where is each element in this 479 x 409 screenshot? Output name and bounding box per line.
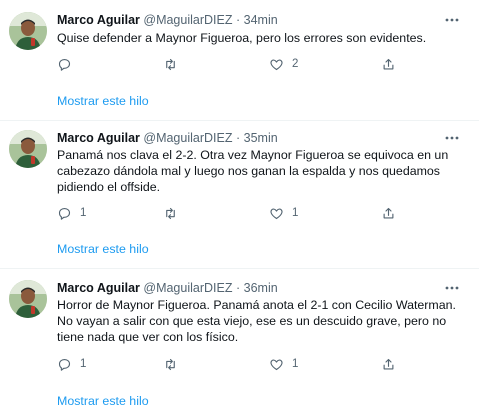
show-thread-link[interactable]: Mostrar este hilo <box>57 393 149 409</box>
retweet-button[interactable] <box>163 204 186 222</box>
author-name[interactable]: Marco Aguilar <box>57 13 140 27</box>
author-name[interactable]: Marco Aguilar <box>57 131 140 145</box>
tweet-text: Quise defender a Maynor Figueroa, pero l… <box>57 31 427 45</box>
tweet-actions: 2 <box>57 55 402 73</box>
reply-count: 1 <box>80 207 87 219</box>
more-horizontal-icon <box>445 286 459 290</box>
like-button[interactable]: 1 <box>269 204 298 222</box>
tweet-text: Horror de Maynor Figueroa. Panamá anota … <box>57 298 456 344</box>
more-options-button[interactable] <box>443 11 461 29</box>
timestamp[interactable]: 34min <box>244 13 278 27</box>
tweet-actions: 1 1 <box>57 204 402 222</box>
dot-separator: · <box>235 131 241 145</box>
avatar-image <box>9 280 47 318</box>
dot-separator: · <box>235 281 241 295</box>
avatar[interactable] <box>9 280 47 318</box>
more-horizontal-icon <box>445 136 459 140</box>
tweet-header: Marco Aguilar @MaguilarDIEZ · 36min <box>57 280 278 296</box>
retweet-icon <box>166 358 175 370</box>
tweet[interactable]: Marco Aguilar @MaguilarDIEZ · 36min Horr… <box>0 269 479 408</box>
like-count: 2 <box>292 58 299 70</box>
more-horizontal-icon <box>445 18 459 22</box>
heart-icon <box>270 359 283 370</box>
avatar[interactable] <box>9 12 47 50</box>
reply-count: 1 <box>80 358 87 370</box>
avatar-image <box>9 12 47 50</box>
share-button[interactable] <box>381 355 396 373</box>
like-count: 1 <box>292 358 299 370</box>
retweet-icon <box>166 58 175 70</box>
tweet[interactable]: Marco Aguilar @MaguilarDIEZ · 34min Quis… <box>0 0 479 120</box>
show-thread-link[interactable]: Mostrar este hilo <box>57 241 149 257</box>
like-button[interactable]: 2 <box>269 55 298 73</box>
like-button[interactable]: 1 <box>269 355 298 373</box>
retweet-button[interactable] <box>163 355 186 373</box>
share-icon <box>383 207 394 218</box>
retweet-button[interactable] <box>163 55 186 73</box>
heart-icon <box>270 59 283 70</box>
share-icon <box>383 358 394 369</box>
timestamp[interactable]: 36min <box>244 281 278 295</box>
like-count: 1 <box>292 207 299 219</box>
share-icon <box>383 58 394 69</box>
share-button[interactable] <box>381 204 396 222</box>
more-options-button[interactable] <box>443 129 461 147</box>
author-name[interactable]: Marco Aguilar <box>57 281 140 295</box>
tweet-text: Panamá nos clava el 2-2. Otra vez Maynor… <box>57 148 449 194</box>
tweet-actions: 1 1 <box>57 355 402 373</box>
dot-separator: · <box>235 13 241 27</box>
reply-icon <box>58 358 71 371</box>
author-handle[interactable]: @MaguilarDIEZ <box>143 131 232 145</box>
reply-button[interactable]: 1 <box>57 204 86 222</box>
reply-icon <box>58 58 71 71</box>
reply-icon <box>58 207 71 220</box>
more-options-button[interactable] <box>443 279 461 297</box>
tweet-header: Marco Aguilar @MaguilarDIEZ · 35min <box>57 130 278 146</box>
tweet-header: Marco Aguilar @MaguilarDIEZ · 34min <box>57 12 278 28</box>
timestamp[interactable]: 35min <box>244 131 278 145</box>
retweet-icon <box>166 207 175 219</box>
reply-button[interactable]: 1 <box>57 355 86 373</box>
reply-button[interactable] <box>57 55 80 73</box>
show-thread-link[interactable]: Mostrar este hilo <box>57 93 149 109</box>
author-handle[interactable]: @MaguilarDIEZ <box>143 13 232 27</box>
avatar[interactable] <box>9 130 47 168</box>
tweet[interactable]: Marco Aguilar @MaguilarDIEZ · 35min Pana… <box>0 121 479 268</box>
author-handle[interactable]: @MaguilarDIEZ <box>143 281 232 295</box>
heart-icon <box>270 208 283 219</box>
avatar-image <box>9 130 47 168</box>
share-button[interactable] <box>381 55 396 73</box>
